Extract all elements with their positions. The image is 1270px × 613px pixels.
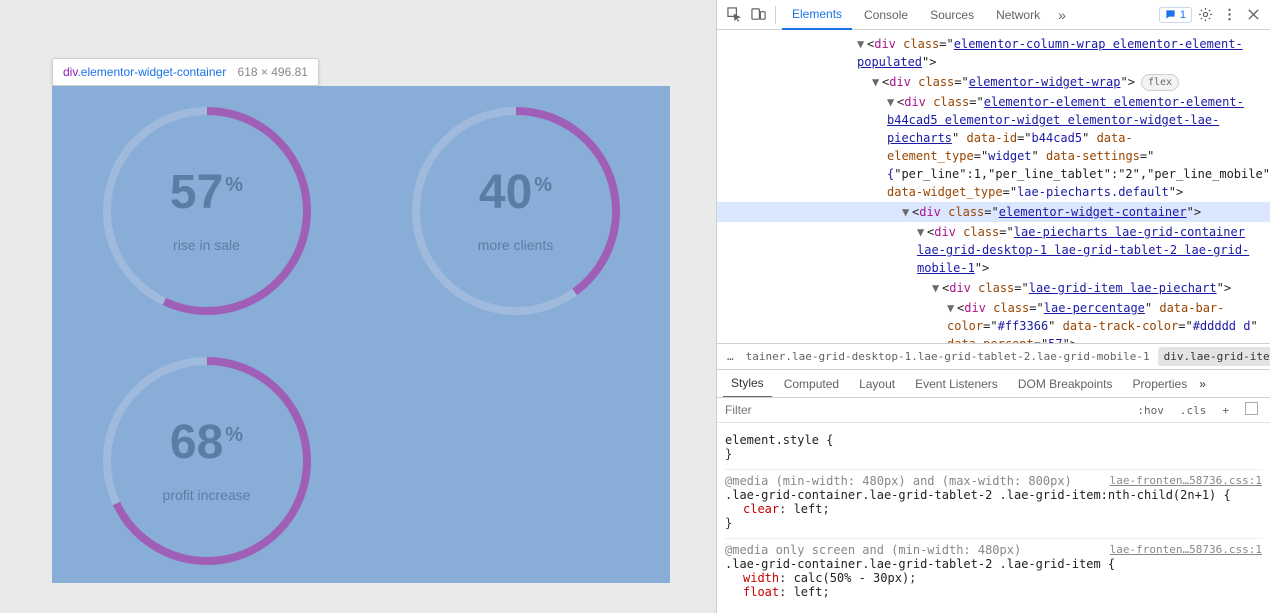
styles-filter-input[interactable]: [723, 399, 1127, 421]
devtools-tabbar: Elements Console Sources Network » 1: [717, 0, 1270, 30]
dom-node[interactable]: <div class="elementor-column-wrap elemen…: [857, 37, 1243, 69]
css-selector[interactable]: .lae-grid-container.lae-grid-tablet-2 .l…: [725, 557, 1262, 571]
more-styles-tabs-icon[interactable]: »: [1199, 377, 1206, 391]
flex-badge[interactable]: flex: [1141, 74, 1179, 91]
styles-tab-layout[interactable]: Layout: [851, 371, 903, 397]
piechart: 68% profit increase: [97, 351, 317, 571]
pie-percent-value: 40%: [479, 169, 552, 217]
tab-elements[interactable]: Elements: [782, 0, 852, 30]
more-tabs-icon[interactable]: »: [1052, 7, 1072, 23]
pie-percent-value: 68%: [170, 419, 243, 467]
piechart-item: 40% more clients: [361, 86, 670, 336]
divider: [775, 6, 776, 24]
elementor-widget-container: 57% rise in sale 40% more clients: [52, 86, 670, 583]
tab-network[interactable]: Network: [986, 1, 1050, 29]
css-source-link[interactable]: lae-fronten…58736.css:1: [1110, 474, 1262, 487]
breadcrumb-ellipsis[interactable]: …: [723, 347, 738, 366]
inspect-element-icon[interactable]: [723, 4, 745, 26]
styles-pane[interactable]: element.style { } lae-fronten…58736.css:…: [717, 423, 1270, 613]
css-val[interactable]: left: [794, 585, 823, 599]
tooltip-tag: div: [63, 65, 77, 79]
styles-tab-properties[interactable]: Properties: [1125, 371, 1196, 397]
pie-percent-value: 57%: [170, 169, 243, 217]
dom-node[interactable]: <div class="lae-percentage" data-bar-col…: [947, 301, 1258, 343]
css-prop[interactable]: clear: [743, 502, 779, 516]
css-val[interactable]: calc(50% - 30px): [794, 571, 910, 585]
settings-icon[interactable]: [1194, 4, 1216, 26]
styles-tab-dom-breakpoints[interactable]: DOM Breakpoints: [1010, 371, 1121, 397]
breadcrumb-item-selected[interactable]: div.lae-grid-item.lae-piechart: [1158, 347, 1270, 366]
inspect-tooltip: div.elementor-widget-container 618 × 496…: [52, 58, 319, 86]
tooltip-class: .elementor-widget-container: [77, 65, 226, 79]
piechart-item: 57% rise in sale: [52, 86, 361, 336]
pie-label: more clients: [478, 237, 553, 253]
hov-toggle[interactable]: :hov: [1131, 402, 1170, 419]
piechart-item: 68% profit increase: [52, 336, 361, 586]
box-model-icon[interactable]: [1239, 400, 1264, 420]
close-devtools-icon[interactable]: [1242, 4, 1264, 26]
tooltip-dims: 618 × 496.81: [238, 65, 308, 79]
piechart: 57% rise in sale: [97, 101, 317, 321]
pie-label: rise in sale: [173, 237, 240, 253]
kebab-menu-icon[interactable]: [1218, 4, 1240, 26]
tab-sources[interactable]: Sources: [920, 1, 984, 29]
css-selector[interactable]: element.style {: [725, 433, 1262, 447]
styles-tab-styles[interactable]: Styles: [723, 370, 772, 398]
dom-node[interactable]: <div class="lae-piecharts lae-grid-conta…: [917, 225, 1249, 275]
piechart: 40% more clients: [406, 101, 626, 321]
page-preview: div.elementor-widget-container 618 × 496…: [0, 0, 716, 613]
dom-node-selected[interactable]: <div class="elementor-widget-container">: [912, 205, 1201, 219]
dom-breadcrumb[interactable]: … tainer.lae-grid-desktop-1.lae-grid-tab…: [717, 343, 1270, 369]
styles-filter-row: :hov .cls +: [717, 397, 1270, 423]
issues-badge[interactable]: 1: [1159, 7, 1192, 23]
css-val[interactable]: left: [794, 502, 823, 516]
elements-tree[interactable]: ▼<div class="elementor-column-wrap eleme…: [717, 30, 1270, 343]
pie-label: profit increase: [163, 487, 251, 503]
styles-tab-computed[interactable]: Computed: [776, 371, 847, 397]
css-prop[interactable]: width: [743, 571, 779, 585]
styles-tab-event-listeners[interactable]: Event Listeners: [907, 371, 1006, 397]
css-source-link[interactable]: lae-fronten…58736.css:1: [1110, 543, 1262, 556]
device-toolbar-icon[interactable]: [747, 4, 769, 26]
breadcrumb-item[interactable]: tainer.lae-grid-desktop-1.lae-grid-table…: [740, 347, 1156, 366]
dom-node[interactable]: <div class="elementor-widget-wrap">: [882, 75, 1135, 89]
css-selector[interactable]: .lae-grid-container.lae-grid-tablet-2 .l…: [725, 488, 1262, 502]
styles-tabbar: Styles Computed Layout Event Listeners D…: [717, 369, 1270, 397]
dom-node[interactable]: <div class="lae-grid-item lae-piechart">: [942, 281, 1231, 295]
new-rule-button[interactable]: +: [1216, 402, 1235, 419]
cls-toggle[interactable]: .cls: [1174, 402, 1213, 419]
dom-node[interactable]: <div class="elementor-element elementor-…: [887, 95, 1270, 199]
css-prop[interactable]: float: [743, 585, 779, 599]
devtools-panel: Elements Console Sources Network » 1 ▼<d…: [716, 0, 1270, 613]
tab-console[interactable]: Console: [854, 1, 918, 29]
